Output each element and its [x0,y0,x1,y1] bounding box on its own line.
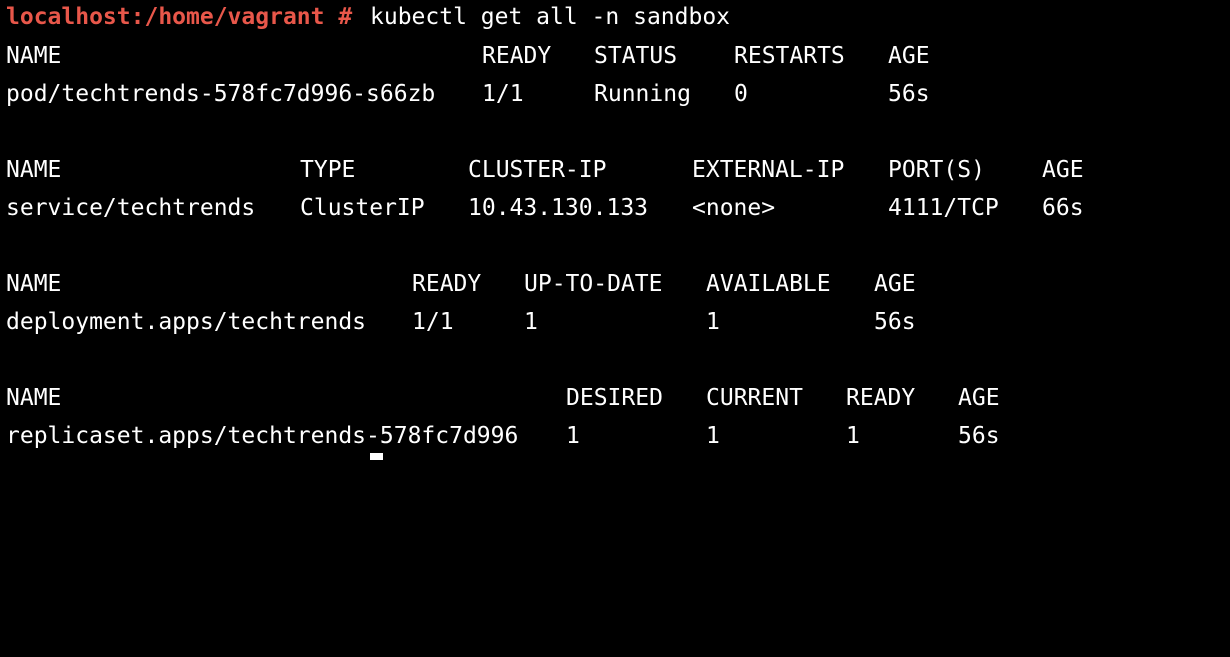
services-header-ports: PORT(S) [888,157,985,183]
service-ports: 4111/TCP [888,195,999,221]
deployments-header-row: NAME READY UP-TO-DATE AVAILABLE AGE [6,267,916,301]
pods-header-restarts: RESTARTS [734,43,845,69]
replicasets-header-age: AGE [958,385,1000,411]
services-header-type: TYPE [300,157,356,183]
table-row: replicaset.apps/techtrends-578fc7d996 1 … [6,419,1000,453]
pod-restarts: 0 [734,81,748,107]
services-header-external-ip: EXTERNAL-IP [692,157,845,183]
replicaset-ready: 1 [846,423,860,449]
table-row: deployment.apps/techtrends 1/1 1 1 56s [6,305,916,339]
deployments-header-available: AVAILABLE [706,271,831,297]
services-header-row: NAME TYPE CLUSTER-IP EXTERNAL-IP PORT(S)… [6,153,1084,187]
services-header-cluster-ip: CLUSTER-IP [468,157,607,183]
service-cluster-ip: 10.43.130.133 [468,195,649,221]
deployments-header-age: AGE [874,271,916,297]
pods-header-status: STATUS [594,43,678,69]
shell-prompt: localhost:/home/vagrant # [6,4,353,30]
replicasets-header-desired: DESIRED [566,385,663,411]
pods-header-name: NAME [6,43,62,69]
replicaset-current: 1 [706,423,720,449]
deployment-ready: 1/1 [412,309,454,335]
pods-header-ready: READY [482,43,552,69]
table-row: pod/techtrends-578fc7d996-s66zb 1/1 Runn… [6,77,930,111]
pods-header-age: AGE [888,43,930,69]
deployments-header-name: NAME [6,271,62,297]
replicasets-header-name: NAME [6,385,62,411]
replicaset-name: replicaset.apps/techtrends-578fc7d996 [6,423,519,449]
service-type: ClusterIP [300,195,425,221]
service-name: service/techtrends [6,195,256,221]
deployment-age: 56s [874,309,916,335]
table-row: service/techtrends ClusterIP 10.43.130.1… [6,191,1084,225]
pod-status: Running [594,81,691,107]
services-header-age: AGE [1042,157,1084,183]
deployment-name: deployment.apps/techtrends [6,309,367,335]
replicasets-header-current: CURRENT [706,385,803,411]
service-age: 66s [1042,195,1084,221]
replicaset-desired: 1 [566,423,580,449]
replicasets-header-row: NAME DESIRED CURRENT READY AGE [6,381,1000,415]
replicaset-age: 56s [958,423,1000,449]
deployments-header-ready: READY [412,271,482,297]
command-text: kubectl get all -n sandbox [370,4,731,30]
service-external-ip: <none> [692,195,776,221]
deployments-header-up-to-date: UP-TO-DATE [524,271,663,297]
pod-name: pod/techtrends-578fc7d996-s66zb [6,81,436,107]
terminal-window[interactable]: localhost:/home/vagrant # kubectl get al… [6,0,1226,460]
deployment-available: 1 [706,309,720,335]
pod-age: 56s [888,81,930,107]
services-header-name: NAME [6,157,62,183]
replicasets-header-ready: READY [846,385,916,411]
deployment-up-to-date: 1 [524,309,538,335]
pods-header-row: NAME READY STATUS RESTARTS AGE [6,39,930,73]
text-cursor [370,453,383,460]
pod-ready: 1/1 [482,81,524,107]
command-line: localhost:/home/vagrant # kubectl get al… [6,0,730,34]
